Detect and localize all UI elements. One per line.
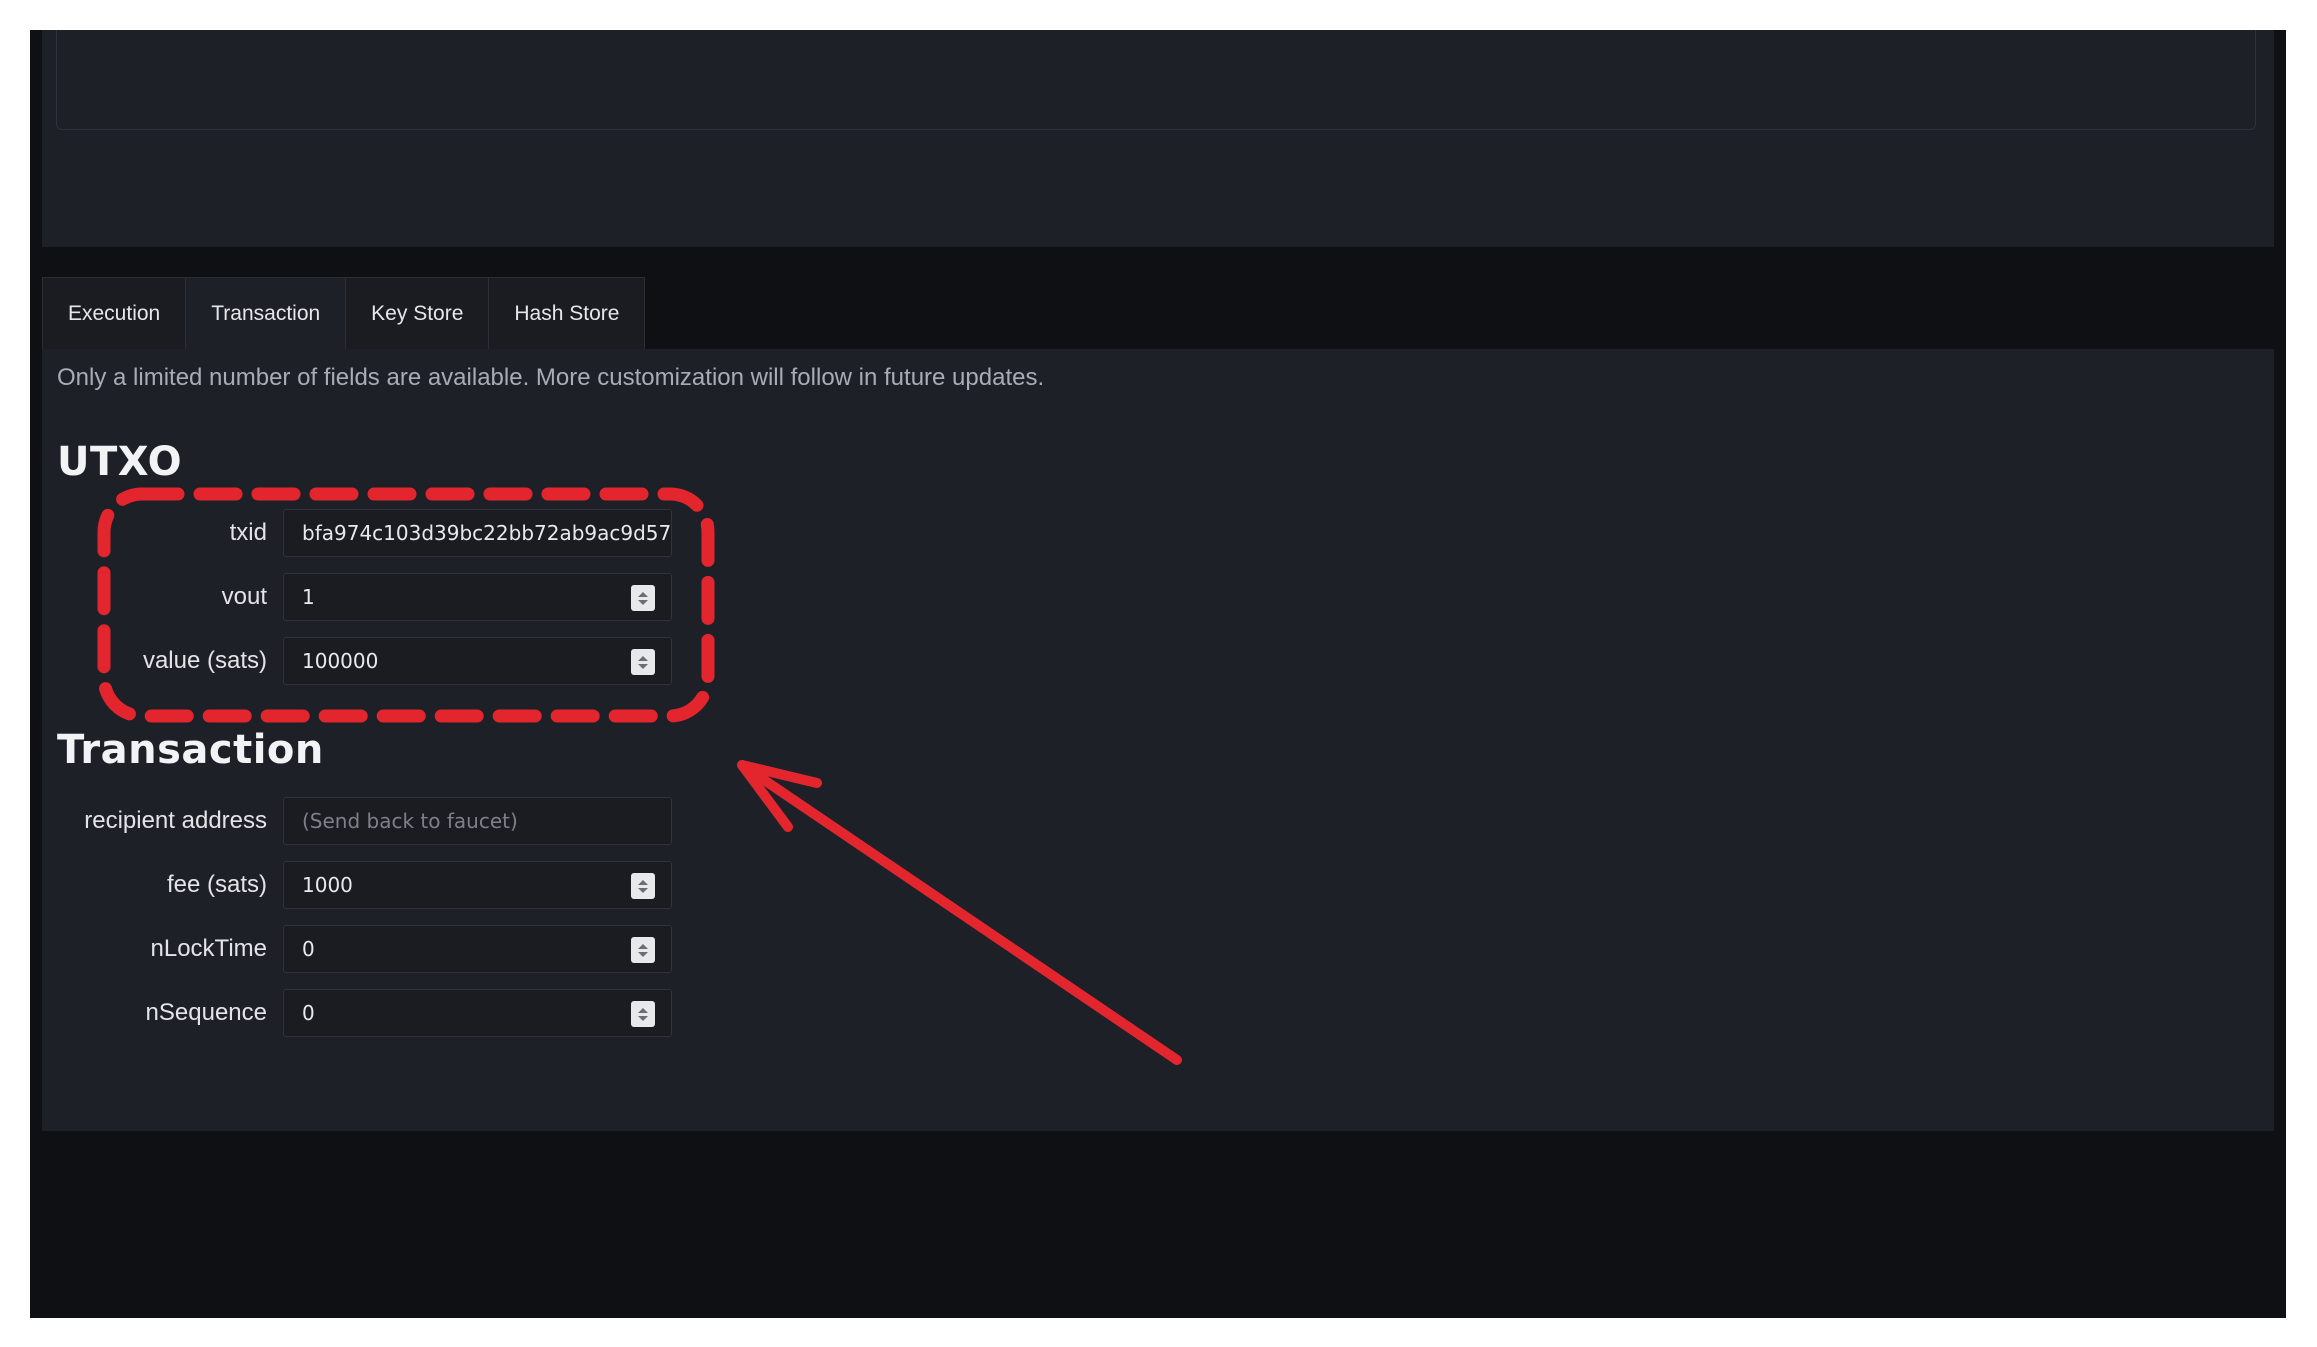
vout-value: 1	[302, 585, 315, 609]
tab-execution[interactable]: Execution	[42, 277, 187, 349]
nlocktime-label: nLockTime	[150, 935, 267, 962]
tab-hash-store[interactable]: Hash Store	[488, 277, 646, 349]
top-panel	[42, 30, 2274, 247]
nlocktime-row: nLockTime 0	[42, 925, 682, 973]
value-sats-value: 100000	[302, 649, 379, 673]
fee-spinner[interactable]	[631, 873, 655, 899]
tab-key-store[interactable]: Key Store	[345, 277, 490, 349]
vout-input[interactable]: 1	[283, 573, 672, 621]
txid-input[interactable]: bfa974c103d39bc22bb72ab9ac9d575	[283, 509, 672, 557]
vout-label: vout	[221, 583, 267, 610]
nsequence-value: 0	[302, 1001, 315, 1025]
vout-row: vout 1	[42, 573, 682, 621]
recipient-address-input[interactable]: (Send back to faucet)	[283, 797, 672, 845]
fee-input[interactable]: 1000	[283, 861, 672, 909]
recipient-row: recipient address (Send back to faucet)	[42, 797, 682, 845]
nlocktime-input[interactable]: 0	[283, 925, 672, 973]
txid-row: txid bfa974c103d39bc22bb72ab9ac9d575	[42, 509, 682, 557]
txid-label: txid	[229, 519, 267, 546]
tab-bar: Execution Transaction Key Store Hash Sto…	[42, 277, 646, 349]
fee-label: fee (sats)	[166, 871, 267, 898]
nsequence-row: nSequence 0	[42, 989, 682, 1037]
nsequence-input[interactable]: 0	[283, 989, 672, 1037]
value-sats-spinner[interactable]	[631, 649, 655, 675]
nsequence-spinner[interactable]	[631, 1001, 655, 1027]
transaction-panel: Only a limited number of fields are avai…	[42, 349, 2274, 1131]
vout-spinner[interactable]	[631, 585, 655, 611]
info-text: Only a limited number of fields are avai…	[57, 364, 1045, 391]
nlocktime-value: 0	[302, 937, 315, 961]
value-sats-label: value (sats)	[142, 647, 267, 674]
app-window: Execution Transaction Key Store Hash Sto…	[30, 30, 2286, 1318]
value-sats-input[interactable]: 100000	[283, 637, 672, 685]
tab-transaction[interactable]: Transaction	[185, 277, 347, 349]
script-editor-area[interactable]	[56, 30, 2256, 130]
transaction-heading: Transaction	[57, 727, 324, 773]
recipient-label: recipient address	[84, 807, 267, 834]
nsequence-label: nSequence	[145, 999, 267, 1026]
value-sats-row: value (sats) 100000	[42, 637, 682, 685]
fee-value: 1000	[302, 873, 353, 897]
fee-row: fee (sats) 1000	[42, 861, 682, 909]
nlocktime-spinner[interactable]	[631, 937, 655, 963]
utxo-heading: UTXO	[57, 439, 183, 485]
